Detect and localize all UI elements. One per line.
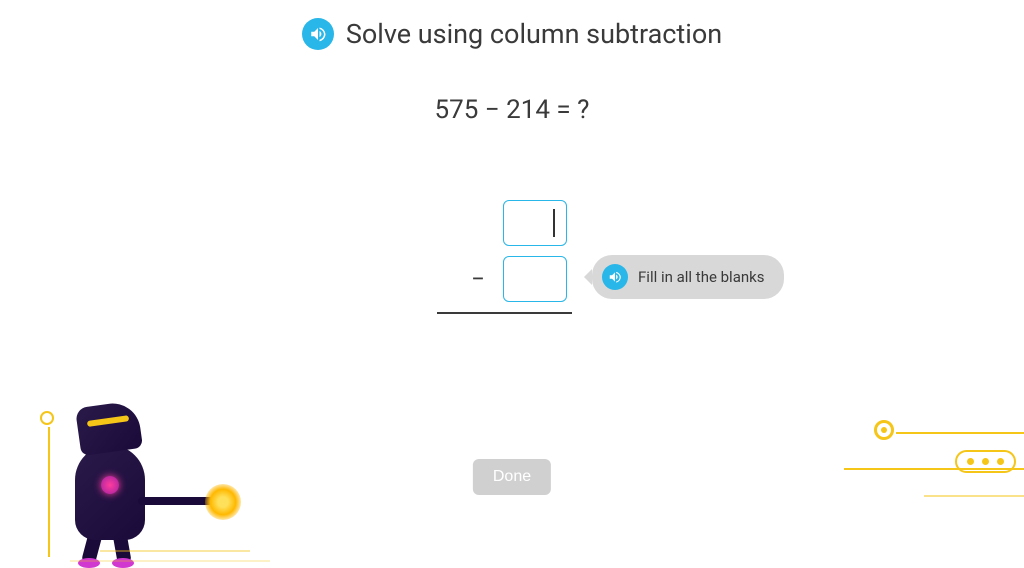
work-area: − Fill in all the blanks bbox=[382, 200, 642, 314]
audio-hint-button[interactable] bbox=[602, 264, 628, 290]
minus-sign: − bbox=[471, 265, 485, 293]
title-row: Solve using column subtraction bbox=[0, 0, 1024, 50]
subtrahend-input[interactable] bbox=[503, 256, 567, 302]
page-title: Solve using column subtraction bbox=[346, 18, 722, 50]
robot-illustration bbox=[30, 360, 230, 560]
result-line bbox=[437, 312, 572, 314]
top-input-wrap bbox=[503, 200, 567, 246]
column-subtraction: − bbox=[447, 200, 567, 302]
audio-title-button[interactable] bbox=[302, 18, 334, 50]
hint-text: Fill in all the blanks bbox=[638, 268, 764, 286]
text-cursor bbox=[553, 209, 555, 237]
subtrahend-row: − bbox=[471, 256, 567, 302]
circuit-decoration-right bbox=[824, 420, 1024, 540]
done-button[interactable]: Done bbox=[473, 459, 551, 495]
speaker-icon bbox=[309, 25, 327, 43]
hint-tooltip: Fill in all the blanks bbox=[592, 255, 784, 299]
circuit-decoration-bottom bbox=[100, 550, 250, 552]
minuend-input[interactable] bbox=[503, 200, 567, 246]
equation-text: 575 − 214 = ? bbox=[0, 95, 1024, 125]
speaker-icon bbox=[608, 270, 622, 284]
